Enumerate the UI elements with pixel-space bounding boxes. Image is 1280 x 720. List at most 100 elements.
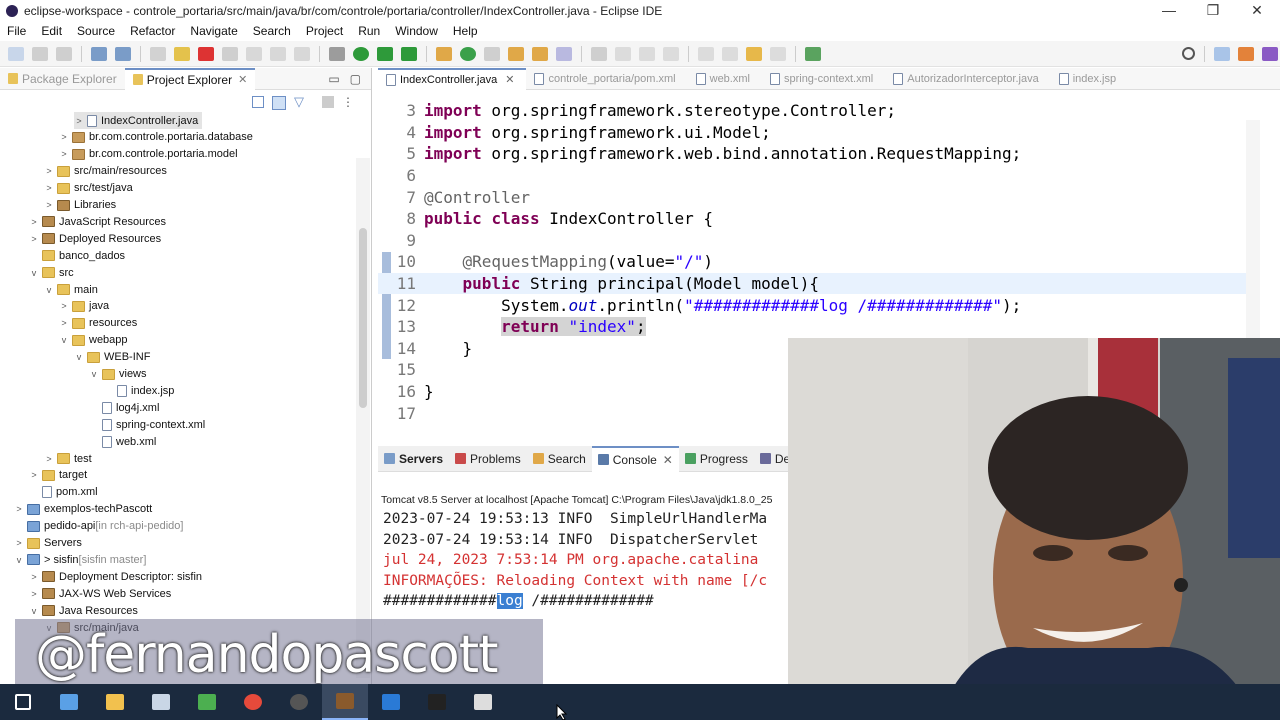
menu-item-refactor[interactable]: Refactor — [123, 24, 183, 38]
menu-item-file[interactable]: File — [0, 24, 34, 38]
chevron-down-icon[interactable]: v — [74, 352, 84, 362]
chevron-right-icon[interactable]: > — [59, 132, 69, 142]
tree-scrollbar[interactable] — [356, 158, 370, 678]
tab-search[interactable]: Search — [527, 446, 592, 472]
scrollbar-thumb[interactable] — [359, 228, 367, 408]
collapse-all-icon[interactable] — [252, 96, 264, 108]
chevron-down-icon[interactable]: v — [14, 555, 24, 565]
save-all-icon[interactable] — [56, 46, 72, 61]
chevron-down-icon[interactable]: v — [29, 268, 39, 278]
taskbar-sheet[interactable] — [184, 684, 230, 720]
tree-item[interactable]: spring-context.xml — [89, 416, 205, 433]
focus-icon[interactable] — [322, 96, 334, 108]
step-return-icon[interactable] — [294, 46, 310, 61]
show-whitespace-icon[interactable] — [663, 46, 679, 61]
chevron-right-icon[interactable]: > — [29, 470, 39, 480]
filter-icon[interactable]: ▽ — [294, 95, 304, 110]
back-icon[interactable] — [746, 46, 762, 61]
editor-tab[interactable]: web.xml — [688, 68, 762, 90]
taskbar-notepad[interactable] — [138, 684, 184, 720]
tree-item[interactable]: pom.xml — [29, 484, 98, 501]
tree-item[interactable]: > br.com.controle.portaria.model — [59, 146, 237, 163]
terminal-icon[interactable] — [91, 46, 107, 61]
chevron-down-icon[interactable]: v — [29, 606, 39, 616]
external-tools-icon[interactable] — [401, 46, 417, 61]
terminate-icon[interactable] — [198, 46, 214, 61]
menu-item-window[interactable]: Window — [388, 24, 446, 38]
tree-item[interactable]: > test — [44, 450, 91, 467]
save-icon[interactable] — [32, 46, 48, 61]
forward-icon[interactable] — [770, 46, 786, 61]
code-line[interactable]: 6 — [378, 165, 1248, 187]
tree-item[interactable]: > resources — [59, 315, 137, 332]
editor-tab[interactable]: controle_portaria/pom.xml — [526, 68, 687, 90]
chevron-down-icon[interactable]: v — [89, 369, 99, 379]
code-line[interactable]: 3 import org.springframework.stereotype.C… — [378, 100, 1248, 122]
step-into-icon[interactable] — [246, 46, 262, 61]
resume-icon[interactable] — [150, 46, 166, 61]
menu-item-edit[interactable]: Edit — [34, 24, 70, 38]
run-coverage-icon[interactable] — [377, 46, 393, 61]
code-line[interactable]: 7 @Controller — [378, 186, 1248, 208]
pin-editor-icon[interactable] — [805, 46, 821, 61]
tree-item[interactable]: v > sisfin [sisfin master] — [14, 551, 147, 568]
tab-project-explorer[interactable]: Project Explorer ✕ — [124, 68, 256, 90]
editor-tab[interactable]: IndexController.java ✕ — [378, 67, 527, 90]
code-line[interactable]: 11 public String principal(Model model){ — [378, 272, 1248, 295]
code-line[interactable]: 12 System.out.println("#############log … — [378, 294, 1248, 316]
chevron-right-icon[interactable]: > — [59, 318, 69, 328]
tree-item[interactable]: > Deployed Resources — [29, 230, 161, 247]
maximize-view-icon[interactable]: ▢ — [350, 72, 361, 86]
taskbar-chrome[interactable] — [230, 684, 276, 720]
restore-button[interactable]: ❐ — [1190, 0, 1236, 22]
chevron-right-icon[interactable]: > — [29, 572, 39, 582]
tab-problems[interactable]: Problems — [449, 446, 527, 472]
close-icon[interactable]: ✕ — [505, 73, 514, 86]
menu-item-navigate[interactable]: Navigate — [183, 24, 245, 38]
tree-item[interactable]: > Deployment Descriptor: sisfin — [29, 568, 202, 585]
minimize-view-icon[interactable]: ▭ — [328, 72, 339, 86]
editor-tab[interactable]: spring-context.xml — [762, 68, 885, 90]
tree-item[interactable]: > JavaScript Resources — [29, 213, 166, 230]
code-line[interactable]: 8 public class IndexController { — [378, 208, 1248, 230]
new-java-project-icon[interactable] — [436, 46, 452, 61]
taskbar-settings[interactable] — [460, 684, 506, 720]
perspective-icon[interactable] — [1214, 46, 1230, 61]
close-window-button[interactable]: ✕ — [1234, 0, 1280, 22]
java-perspective-icon[interactable] — [1262, 46, 1278, 61]
code-line[interactable]: 4 import org.springframework.ui.Model; — [378, 122, 1248, 144]
taskbar-computer[interactable] — [46, 684, 92, 720]
disconnect-icon[interactable] — [222, 46, 238, 61]
tree-item[interactable]: > src/test/java — [44, 180, 132, 197]
debug-icon[interactable] — [329, 46, 345, 61]
tree-item[interactable]: > target — [29, 467, 87, 484]
editor-tab[interactable]: AutorizadorInterceptor.java — [885, 68, 1050, 90]
next-edit-icon[interactable] — [698, 46, 714, 61]
taskbar-eclipse[interactable] — [322, 684, 368, 720]
tab-progress[interactable]: Progress — [679, 446, 754, 472]
chevron-right-icon[interactable]: > — [29, 217, 39, 227]
close-icon[interactable]: ✕ — [238, 73, 247, 86]
skip-breakpoints-icon[interactable] — [115, 46, 131, 61]
tab-console[interactable]: Console ✕ — [591, 445, 679, 472]
menu-item-project[interactable]: Project — [299, 24, 351, 38]
tree-item[interactable]: banco_dados — [29, 247, 125, 264]
tree-item[interactable]: > Libraries — [44, 197, 116, 214]
menu-item-run[interactable]: Run — [351, 24, 388, 38]
taskbar-obs[interactable] — [276, 684, 322, 720]
suspend-icon[interactable] — [174, 46, 190, 61]
chevron-right-icon[interactable]: > — [14, 504, 24, 514]
chevron-down-icon[interactable]: v — [44, 285, 54, 295]
chevron-right-icon[interactable]: > — [29, 234, 39, 244]
run-icon[interactable] — [353, 46, 369, 61]
chevron-right-icon[interactable]: > — [74, 116, 84, 126]
taskbar-file-explorer[interactable] — [92, 684, 138, 720]
tree-item[interactable]: v main — [44, 281, 98, 298]
previous-annotation-icon[interactable] — [639, 46, 655, 61]
tree-item[interactable]: > IndexController.java — [74, 112, 203, 129]
tab-servers[interactable]: Servers — [378, 446, 449, 472]
chevron-right-icon[interactable]: > — [44, 454, 54, 464]
tab-package-explorer[interactable]: Package Explorer — [0, 68, 125, 90]
tree-item[interactable]: index.jsp — [104, 382, 174, 399]
java-ee-perspective-icon[interactable] — [1238, 46, 1254, 61]
